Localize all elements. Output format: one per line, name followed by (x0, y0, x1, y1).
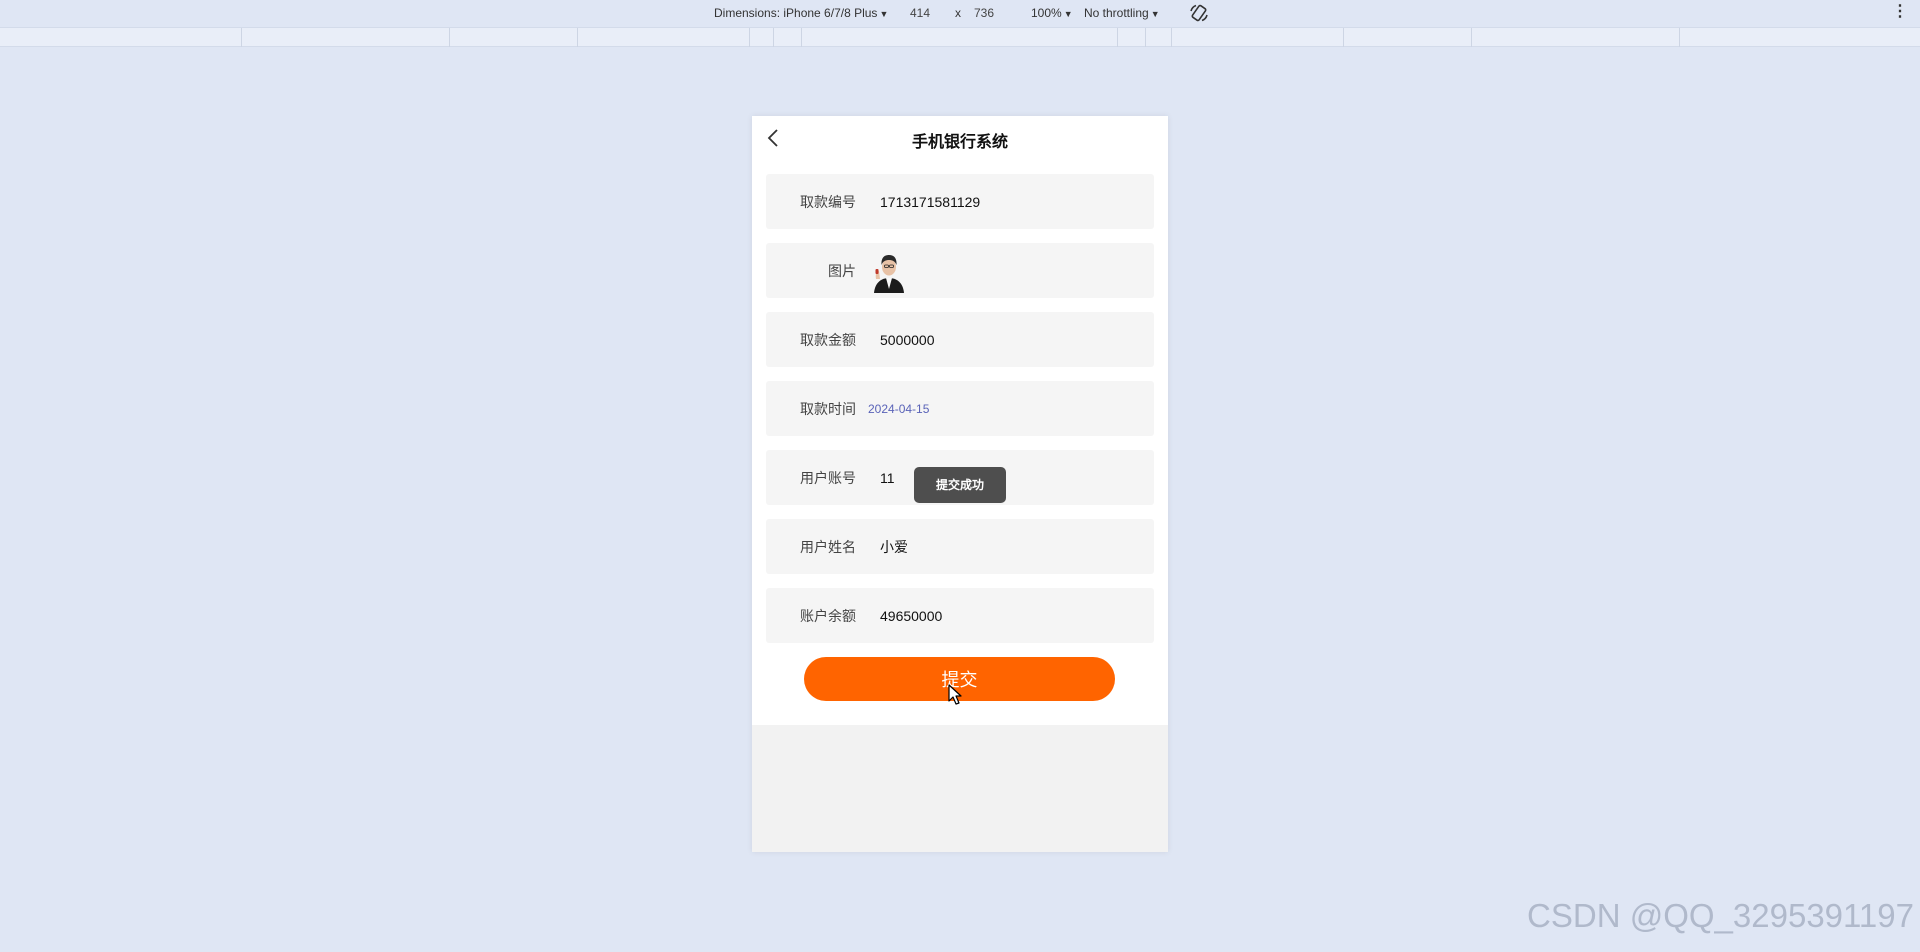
field-withdraw-amount: 取款金额 (766, 312, 1154, 367)
device-select[interactable]: Dimensions: iPhone 6/7/8 Plus ▼ (714, 6, 888, 20)
watermark: CSDN @QQ_3295391197 (1527, 897, 1914, 934)
width-input[interactable]: 414 (910, 6, 930, 20)
page-title: 手机银行系统 (911, 132, 1008, 151)
app-header: 手机银行系统 (752, 116, 1168, 160)
throttling-label: No throttling (1084, 6, 1149, 20)
height-input[interactable]: 736 (974, 6, 994, 20)
date-picker[interactable]: 2024-04-15 (868, 402, 929, 416)
device-label: Dimensions: iPhone 6/7/8 Plus (714, 6, 878, 20)
chevron-down-icon: ▼ (879, 9, 889, 19)
times-sign: x (955, 6, 961, 20)
app-screen: 手机银行系统 取款编号 图片 (752, 116, 1168, 725)
field-label: 用户账号 (800, 470, 856, 487)
field-account-balance: 账户余额 (766, 588, 1154, 643)
field-label: 账户余额 (800, 608, 856, 625)
devtools-device-toolbar: Dimensions: iPhone 6/7/8 Plus ▼ 414 x 736… (0, 0, 1920, 27)
success-toast: 提交成功 (914, 467, 1006, 503)
mouse-cursor-icon (948, 684, 962, 705)
field-user-name: 用户姓名 (766, 519, 1154, 574)
chevron-down-icon: ▼ (1063, 9, 1073, 19)
more-options-icon[interactable]: ⋮ (1892, 4, 1908, 20)
withdraw-amount-input[interactable] (880, 331, 1120, 348)
user-name-input[interactable] (880, 538, 1120, 555)
zoom-label: 100% (1031, 6, 1062, 20)
field-label: 图片 (828, 263, 856, 280)
field-image: 图片 (766, 243, 1154, 298)
field-withdraw-time: 取款时间 2024-04-15 (766, 381, 1154, 436)
field-label: 用户姓名 (800, 539, 856, 556)
device-viewport: 手机银行系统 取款编号 图片 (752, 116, 1168, 852)
field-label: 取款时间 (800, 401, 856, 418)
account-balance-input[interactable] (880, 607, 1120, 624)
field-label: 取款编号 (800, 194, 856, 211)
media-query-ruler (0, 27, 1920, 47)
rotate-icon[interactable] (1188, 2, 1210, 24)
throttling-select[interactable]: No throttling ▼ (1084, 6, 1160, 20)
field-label: 取款金额 (800, 332, 856, 349)
zoom-select[interactable]: 100% ▼ (1031, 6, 1073, 20)
person-photo[interactable] (870, 248, 908, 293)
chevron-down-icon: ▼ (1150, 9, 1160, 19)
field-withdraw-number: 取款编号 (766, 174, 1154, 229)
withdraw-number-input[interactable] (880, 193, 1120, 210)
